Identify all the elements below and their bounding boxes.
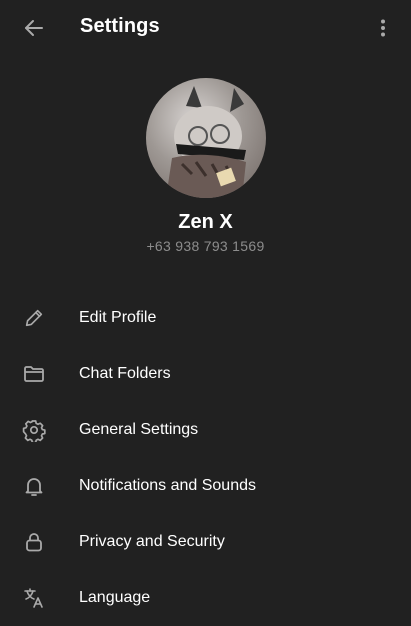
menu-item-chat-folders[interactable]: Chat Folders — [0, 346, 411, 402]
profile-section: Zen X +63 938 793 1569 — [0, 78, 411, 254]
menu-item-label: Language — [79, 589, 151, 606]
menu-item-privacy[interactable]: Privacy and Security — [0, 514, 411, 570]
avatar[interactable] — [145, 78, 266, 198]
profile-name: Zen X — [178, 211, 233, 233]
back-button[interactable] — [14, 8, 54, 48]
translate-icon — [22, 586, 46, 610]
menu-item-label: General Settings — [79, 421, 199, 438]
profile-phone: +63 938 793 1569 — [146, 238, 265, 254]
menu-item-label: Chat Folders — [79, 365, 171, 382]
menu-item-general-settings[interactable]: General Settings — [0, 402, 411, 458]
gear-icon — [22, 418, 46, 442]
bell-icon — [22, 474, 46, 498]
menu-item-notifications[interactable]: Notifications and Sounds — [0, 458, 411, 514]
page-title: Settings — [80, 15, 160, 37]
menu-item-label: Privacy and Security — [79, 533, 225, 550]
settings-menu: Edit Profile Chat Folders General Settin… — [0, 290, 411, 626]
menu-item-language[interactable]: Language — [0, 570, 411, 626]
pencil-icon — [22, 306, 46, 330]
lock-icon — [22, 530, 46, 554]
menu-item-label: Notifications and Sounds — [79, 477, 256, 494]
arrow-left-icon — [22, 16, 46, 40]
more-vertical-icon — [371, 16, 395, 40]
more-options-button[interactable] — [363, 8, 403, 48]
folder-icon — [22, 362, 46, 386]
menu-item-label: Edit Profile — [79, 309, 157, 326]
header-bar: Settings — [0, 0, 411, 56]
menu-item-edit-profile[interactable]: Edit Profile — [0, 290, 411, 346]
